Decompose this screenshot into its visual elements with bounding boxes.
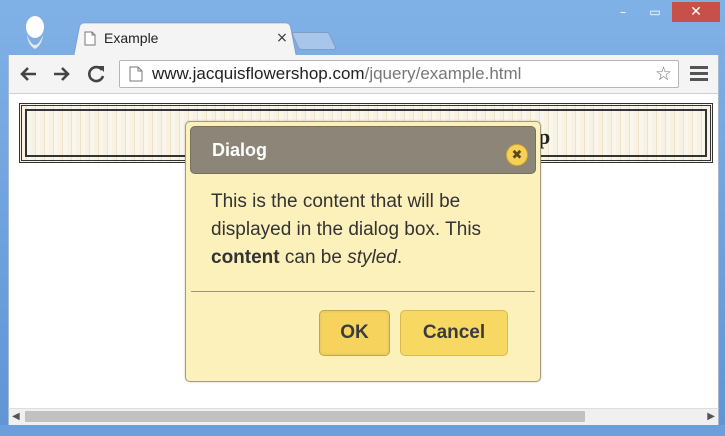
dialog-titlebar[interactable]: Dialog ✖ xyxy=(190,126,536,174)
back-arrow-icon xyxy=(20,67,36,81)
minimize-button[interactable]: – xyxy=(608,2,638,22)
reload-button[interactable] xyxy=(85,62,109,86)
tab-close-icon[interactable]: × xyxy=(275,30,289,46)
forward-button[interactable] xyxy=(49,62,73,86)
dialog-content: This is the content that will be display… xyxy=(211,188,523,272)
url-text: www.jacquisflowershop.com/jquery/example… xyxy=(152,64,521,84)
window-bottom-frame xyxy=(0,425,725,436)
content-text-2: can be xyxy=(279,247,348,268)
cancel-button[interactable]: Cancel xyxy=(400,310,508,356)
scroll-left-arrow-icon[interactable]: ◀ xyxy=(12,411,20,422)
address-bar[interactable]: www.jacquisflowershop.com/jquery/example… xyxy=(119,60,679,88)
profile-avatar-icon[interactable] xyxy=(22,15,48,49)
scroll-right-arrow-icon[interactable]: ▶ xyxy=(707,411,715,422)
back-button[interactable] xyxy=(17,62,41,86)
forward-arrow-icon xyxy=(54,67,70,81)
new-tab-button[interactable] xyxy=(290,32,338,50)
page-icon xyxy=(84,31,96,45)
horizontal-scrollbar[interactable]: ◀ ▶ xyxy=(8,408,719,425)
menu-icon[interactable] xyxy=(689,64,709,84)
browser-toolbar: www.jacquisflowershop.com/jquery/example… xyxy=(8,55,719,93)
dialog-divider xyxy=(191,291,535,292)
url-host: www.jacquisflowershop.com xyxy=(152,64,365,83)
content-text-3: . xyxy=(396,247,403,268)
close-window-button[interactable]: ✕ xyxy=(672,2,720,22)
bookmark-star-icon[interactable]: ☆ xyxy=(655,63,672,85)
content-italic-word: styled xyxy=(347,247,397,268)
scrollbar-thumb[interactable] xyxy=(25,411,585,422)
tab-strip: Example × – ▭ ✕ xyxy=(0,0,725,57)
page-info-icon[interactable] xyxy=(129,66,143,82)
dialog-title: Dialog xyxy=(212,140,268,160)
reload-icon xyxy=(88,65,105,83)
ok-button[interactable]: OK xyxy=(319,310,390,356)
url-path: /jquery/example.html xyxy=(364,64,522,83)
browser-window: Example × – ▭ ✕ www.jacquisflowershop.co… xyxy=(0,0,725,436)
tab-title: Example xyxy=(104,30,159,46)
dialog: Dialog ✖ This is the content that will b… xyxy=(185,121,541,382)
maximize-button[interactable]: ▭ xyxy=(640,2,670,22)
dialog-close-icon[interactable]: ✖ xyxy=(506,144,528,166)
content-text-1: This is the content that will be display… xyxy=(211,191,482,240)
tab-example[interactable]: Example × xyxy=(84,28,289,48)
content-bold-word: content xyxy=(211,247,280,268)
